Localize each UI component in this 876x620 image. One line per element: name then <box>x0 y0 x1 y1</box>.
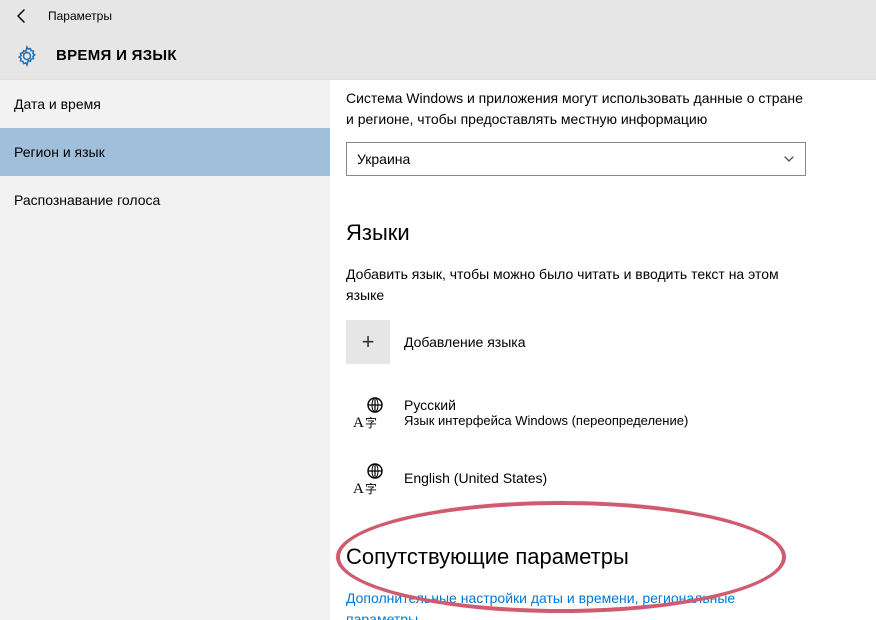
main-area: Дата и время Регион и язык Распознавание… <box>0 80 876 620</box>
content-pane: Система Windows и приложения могут испол… <box>330 80 876 620</box>
languages-description: Добавить язык, чтобы можно было читать и… <box>346 264 806 306</box>
section-header: ВРЕМЯ И ЯЗЫК <box>0 32 876 80</box>
languages-heading: Языки <box>346 220 836 246</box>
svg-text:字: 字 <box>365 415 377 430</box>
add-language-label: Добавление языка <box>404 334 526 350</box>
sidebar-item-label: Дата и время <box>14 96 101 112</box>
language-name: Русский <box>404 397 688 413</box>
related-heading: Сопутствующие параметры <box>346 544 836 570</box>
language-glyph-icon: A 字 <box>346 456 390 500</box>
svg-text:A: A <box>353 415 364 430</box>
plus-icon: + <box>346 320 390 364</box>
sidebar-item-region-language[interactable]: Регион и язык <box>0 128 330 176</box>
back-arrow-icon <box>14 8 30 24</box>
sidebar-item-label: Распознавание голоса <box>14 192 160 208</box>
sidebar-item-voice-recognition[interactable]: Распознавание голоса <box>0 176 330 224</box>
language-glyph-icon: A 字 <box>346 390 390 434</box>
sidebar-item-date-time[interactable]: Дата и время <box>0 80 330 128</box>
language-desc: Язык интерфейса Windows (переопределение… <box>404 413 688 428</box>
sidebar: Дата и время Регион и язык Распознавание… <box>0 80 330 620</box>
sidebar-item-label: Регион и язык <box>14 144 105 160</box>
add-language-button[interactable]: + Добавление языка <box>346 320 836 364</box>
language-text: English (United States) <box>404 470 547 486</box>
back-button[interactable] <box>8 2 36 30</box>
related-settings-link[interactable]: Дополнительные настройки даты и времени,… <box>346 588 806 620</box>
svg-text:A: A <box>353 481 364 496</box>
window-title: Параметры <box>48 9 112 23</box>
language-item-russian[interactable]: A 字 Русский Язык интерфейса Windows (пер… <box>346 390 836 434</box>
title-bar: Параметры <box>0 0 876 32</box>
chevron-down-icon <box>783 153 795 165</box>
region-dropdown[interactable]: Украина <box>346 142 806 176</box>
language-name: English (United States) <box>404 470 547 486</box>
region-selected-value: Украина <box>357 151 410 167</box>
section-title: ВРЕМЯ И ЯЗЫК <box>56 47 177 64</box>
gear-icon <box>16 45 38 67</box>
language-text: Русский Язык интерфейса Windows (переопр… <box>404 397 688 428</box>
language-item-english[interactable]: A 字 English (United States) <box>346 456 836 500</box>
svg-text:字: 字 <box>365 481 377 496</box>
region-description: Система Windows и приложения могут испол… <box>346 88 806 130</box>
